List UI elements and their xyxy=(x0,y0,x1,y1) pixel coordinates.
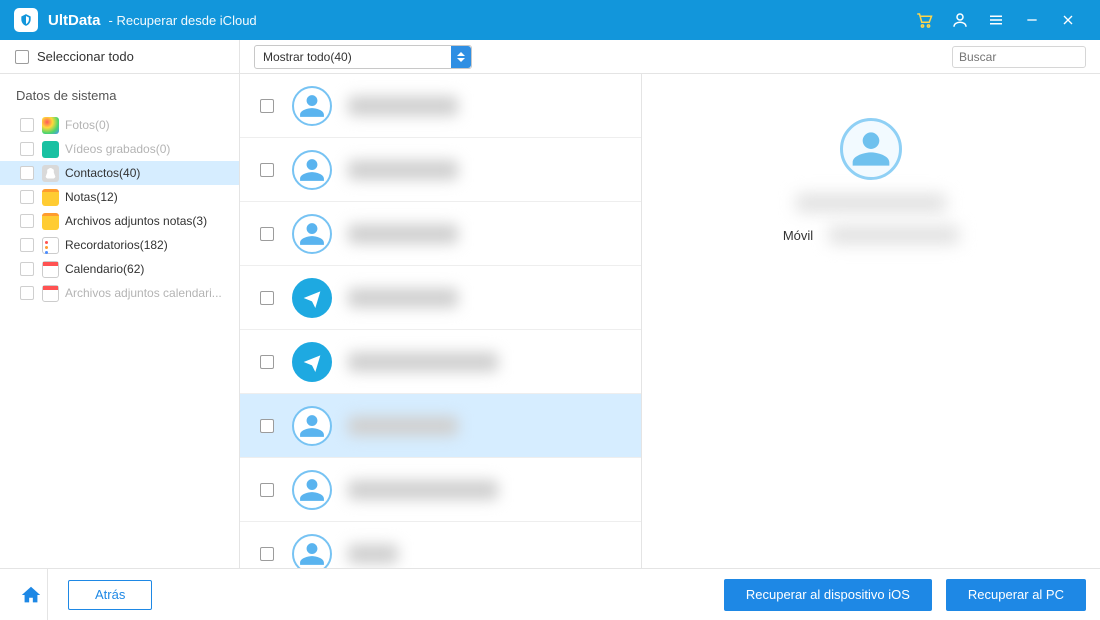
contact-detail: Móvil xyxy=(642,74,1100,568)
contact-name-redacted xyxy=(348,224,458,244)
back-button[interactable]: Atrás xyxy=(68,580,152,610)
sidebar-item-label: Contactos(40) xyxy=(65,166,140,180)
main-area: Datos de sistema Fotos(0) Vídeos grabados… xyxy=(0,74,1100,568)
recover-to-device-button[interactable]: Recuperar al dispositivo iOS xyxy=(724,579,932,611)
contact-avatar xyxy=(292,214,332,254)
contact-row[interactable] xyxy=(240,202,641,266)
sidebar-group-title: Datos de sistema xyxy=(0,88,239,113)
toolbar: Seleccionar todo Mostrar todo(40) xyxy=(0,40,1100,74)
contact-avatar xyxy=(292,86,332,126)
sidebar-item-videos[interactable]: Vídeos grabados(0) xyxy=(0,137,239,161)
reminders-icon xyxy=(42,237,59,254)
contact-row[interactable] xyxy=(240,330,641,394)
contact-name-redacted xyxy=(348,352,498,372)
search-input[interactable] xyxy=(959,50,1100,64)
contact-detail-avatar xyxy=(840,118,902,180)
sidebar-item-label: Archivos adjuntos calendari... xyxy=(65,286,222,300)
sidebar-item-checkbox[interactable] xyxy=(20,262,34,276)
sidebar-item-checkbox[interactable] xyxy=(20,142,34,156)
detail-field-label: Móvil xyxy=(783,228,813,243)
sidebar-item-checkbox[interactable] xyxy=(20,238,34,252)
footer: Atrás Recuperar al dispositivo iOS Recup… xyxy=(0,568,1100,620)
calendar-icon xyxy=(42,261,59,278)
contact-avatar xyxy=(292,150,332,190)
contact-name-redacted xyxy=(348,160,458,180)
contact-avatar xyxy=(292,470,332,510)
contact-row[interactable] xyxy=(240,74,641,138)
sidebar: Datos de sistema Fotos(0) Vídeos grabados… xyxy=(0,74,240,568)
contact-list xyxy=(240,74,642,568)
notes2-icon xyxy=(42,213,59,230)
contact-row[interactable] xyxy=(240,458,641,522)
filter-dropdown-value: Mostrar todo(40) xyxy=(263,50,352,64)
sidebar-item-contacts[interactable]: Contactos(40) xyxy=(0,161,239,185)
close-icon[interactable] xyxy=(1050,0,1086,40)
sidebar-item-checkbox[interactable] xyxy=(20,190,34,204)
select-all-checkbox[interactable] xyxy=(15,50,29,64)
app-name: UltData xyxy=(48,12,101,29)
photos-icon xyxy=(42,117,59,134)
contact-name-redacted xyxy=(348,416,458,436)
sidebar-item-label: Vídeos grabados(0) xyxy=(65,142,170,156)
sidebar-item-calendar[interactable]: Calendario(62) xyxy=(0,257,239,281)
sidebar-item-notes[interactable]: Notas(12) xyxy=(0,185,239,209)
contact-avatar xyxy=(292,278,332,318)
sidebar-item-notes2[interactable]: Archivos adjuntos notas(3) xyxy=(0,209,239,233)
sidebar-item-label: Recordatorios(182) xyxy=(65,238,168,252)
dropdown-arrow-icon xyxy=(451,46,471,68)
contact-name-redacted xyxy=(348,544,398,564)
contact-avatar xyxy=(292,342,332,382)
calatt-icon xyxy=(42,285,59,302)
sidebar-item-reminders[interactable]: Recordatorios(182) xyxy=(0,233,239,257)
contact-row[interactable] xyxy=(240,266,641,330)
sidebar-item-label: Fotos(0) xyxy=(65,118,110,132)
sidebar-item-photos[interactable]: Fotos(0) xyxy=(0,113,239,137)
sidebar-item-label: Notas(12) xyxy=(65,190,118,204)
contact-detail-phone-redacted xyxy=(829,226,959,244)
home-icon xyxy=(20,584,42,606)
account-icon[interactable] xyxy=(942,0,978,40)
contact-avatar xyxy=(292,406,332,446)
contact-name-redacted xyxy=(348,480,498,500)
menu-icon[interactable] xyxy=(978,0,1014,40)
contact-row-checkbox[interactable] xyxy=(260,419,274,433)
contact-row-checkbox[interactable] xyxy=(260,99,274,113)
contact-row[interactable] xyxy=(240,394,641,458)
minimize-icon[interactable] xyxy=(1014,0,1050,40)
videos-icon xyxy=(42,141,59,158)
contact-row-checkbox[interactable] xyxy=(260,483,274,497)
sidebar-item-checkbox[interactable] xyxy=(20,166,34,180)
contact-row-checkbox[interactable] xyxy=(260,227,274,241)
app-logo xyxy=(14,8,38,32)
contact-row-checkbox[interactable] xyxy=(260,291,274,305)
select-all-label: Seleccionar todo xyxy=(37,49,134,64)
contact-avatar xyxy=(292,534,332,569)
sidebar-item-checkbox[interactable] xyxy=(20,286,34,300)
contacts-icon xyxy=(42,165,59,182)
cart-icon[interactable] xyxy=(906,0,942,40)
sidebar-item-label: Calendario(62) xyxy=(65,262,144,276)
contact-row-checkbox[interactable] xyxy=(260,547,274,561)
sidebar-item-checkbox[interactable] xyxy=(20,118,34,132)
contact-row-checkbox[interactable] xyxy=(260,163,274,177)
contact-row[interactable] xyxy=(240,138,641,202)
contact-detail-name-redacted xyxy=(796,194,946,212)
search-box[interactable] xyxy=(952,46,1086,68)
titlebar: UltData - Recuperar desde iCloud xyxy=(0,0,1100,40)
contact-name-redacted xyxy=(348,96,458,116)
recover-to-pc-button[interactable]: Recuperar al PC xyxy=(946,579,1086,611)
notes-icon xyxy=(42,189,59,206)
sidebar-item-calatt[interactable]: Archivos adjuntos calendari... xyxy=(0,281,239,305)
contact-name-redacted xyxy=(348,288,458,308)
sidebar-item-label: Archivos adjuntos notas(3) xyxy=(65,214,207,228)
contact-row-checkbox[interactable] xyxy=(260,355,274,369)
home-button[interactable] xyxy=(0,569,48,620)
filter-dropdown[interactable]: Mostrar todo(40) xyxy=(254,45,472,69)
sidebar-item-checkbox[interactable] xyxy=(20,214,34,228)
window-subtitle: - Recuperar desde iCloud xyxy=(109,13,257,28)
contact-row[interactable] xyxy=(240,522,641,568)
